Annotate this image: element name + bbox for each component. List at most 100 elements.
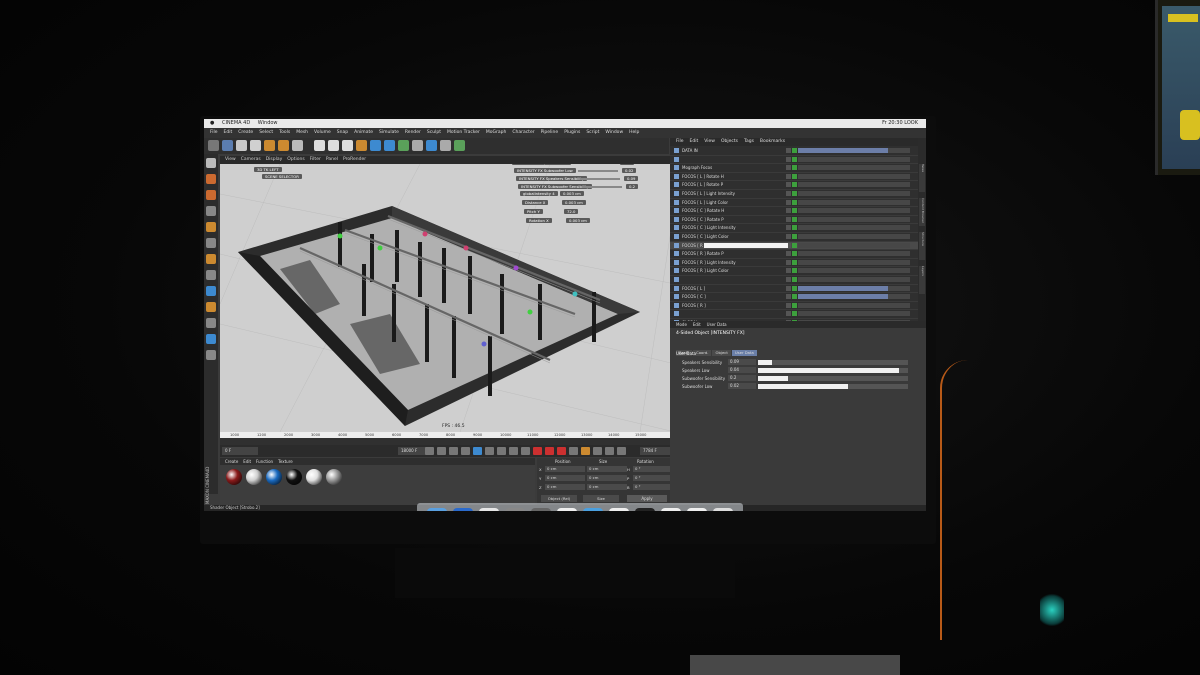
menu-window[interactable]: Window — [605, 130, 623, 135]
object-row[interactable]: FOCOS [ L ] Rotate H — [670, 173, 918, 182]
enabled-check-icon[interactable] — [792, 173, 797, 179]
enabled-check-icon[interactable] — [792, 276, 797, 282]
undo-icon[interactable] — [208, 140, 219, 151]
apple-icon[interactable]: ● — [210, 120, 214, 126]
object-name[interactable]: FOCOS [ C ] Rotate P — [682, 216, 724, 224]
object-name[interactable]: FOCOS [ R ] Light Intensity — [682, 259, 736, 267]
enabled-check-icon[interactable] — [792, 199, 797, 205]
enabled-check-icon[interactable] — [792, 285, 797, 291]
material-swatch[interactable] — [306, 469, 322, 485]
am-menu-user-data[interactable]: User Data — [707, 322, 727, 327]
visibility-dot[interactable] — [786, 285, 791, 291]
end-frame-field[interactable]: 18000 F — [398, 447, 426, 455]
om-menu-edit[interactable]: Edit — [690, 139, 699, 144]
material-menu-edit[interactable]: Edit — [243, 459, 251, 464]
data-tags[interactable] — [798, 285, 888, 291]
menu-render[interactable]: Render — [405, 130, 421, 135]
am-menu-mode[interactable]: Mode — [676, 322, 687, 327]
object-name[interactable]: FOCOS [ C ] Light Intensity — [682, 224, 736, 232]
object-row[interactable]: FOCOS [ R ] Rotate P — [670, 250, 918, 259]
document-icon[interactable] — [661, 508, 681, 511]
redo-icon[interactable] — [222, 140, 233, 151]
object-row[interactable]: FOCOS [ C ] Rotate P — [670, 216, 918, 225]
size-field[interactable]: 0 cm — [587, 484, 627, 490]
object-name[interactable]: FOCOS [ L ] — [682, 285, 705, 293]
menu-mesh[interactable]: Mesh — [296, 130, 308, 135]
transport-button-11[interactable] — [557, 447, 566, 455]
material-menu-texture[interactable]: Texture — [278, 459, 293, 464]
size-field[interactable]: 0 cm — [587, 475, 627, 481]
attribute-tab-object[interactable]: Object — [712, 350, 731, 356]
param-value-field[interactable]: 0.09 — [728, 359, 756, 365]
viewport-menu-cameras[interactable]: Cameras — [241, 157, 261, 162]
trash-icon[interactable] — [713, 508, 733, 511]
left-tool-12-icon[interactable] — [206, 350, 216, 360]
material-swatch[interactable] — [246, 469, 262, 485]
transport-button-1[interactable] — [437, 447, 446, 455]
finder-icon[interactable] — [427, 508, 447, 511]
visibility-dot[interactable] — [786, 311, 791, 317]
left-tool-10-icon[interactable] — [206, 318, 216, 328]
attribute-tab-user-data[interactable]: User Data — [731, 350, 757, 356]
object-name[interactable]: Mograph Focos — [682, 164, 712, 172]
object-name[interactable]: FOCOS [ L ] Light Intensity — [682, 190, 735, 198]
enabled-check-icon[interactable] — [792, 311, 797, 317]
menu-tools[interactable]: Tools — [279, 130, 290, 135]
material-swatch[interactable] — [286, 469, 302, 485]
enabled-check-icon[interactable] — [792, 148, 797, 153]
enabled-check-icon[interactable] — [792, 302, 797, 308]
enabled-check-icon[interactable] — [792, 208, 797, 214]
transport-button-2[interactable] — [449, 447, 458, 455]
object-row[interactable]: FOCOS [ L ] Light Color — [670, 199, 918, 208]
rotation-field[interactable]: 0 ° — [633, 475, 673, 481]
subdivision-icon[interactable] — [440, 140, 451, 151]
param-value-field[interactable]: 0.2 — [728, 375, 756, 381]
object-name[interactable]: FOCOS [ L ] Light Color — [682, 199, 728, 207]
left-tool-5-icon[interactable] — [206, 238, 216, 248]
visibility-dot[interactable] — [786, 190, 791, 196]
document-icon[interactable] — [609, 508, 629, 511]
transport-button-5[interactable] — [485, 447, 494, 455]
visibility-dot[interactable] — [786, 199, 791, 205]
rotation-field[interactable]: 0 ° — [633, 466, 673, 472]
menu-file[interactable]: File — [210, 130, 218, 135]
left-tool-8-icon[interactable] — [206, 286, 216, 296]
menu-character[interactable]: Character — [512, 130, 534, 135]
apply-button[interactable]: Apply — [627, 495, 667, 502]
scale-icon[interactable] — [264, 140, 275, 151]
left-tool-9-icon[interactable] — [206, 302, 216, 312]
object-row[interactable]: Mograph Focos — [670, 164, 918, 173]
object-name[interactable]: FOCOS [ C ] — [682, 293, 706, 301]
transport-button-16[interactable] — [617, 447, 626, 455]
material-menu-function[interactable]: Function — [256, 459, 273, 464]
visibility-dot[interactable] — [786, 148, 791, 153]
object-row[interactable]: FOCOS [ R ] — [670, 241, 918, 251]
object-name[interactable]: FOCOS [ R ] Rotate P — [682, 250, 724, 258]
param-value-field[interactable]: 0.02 — [728, 383, 756, 389]
left-tool-4-icon[interactable] — [206, 222, 216, 232]
viewport-menu-filter[interactable]: Filter — [310, 157, 321, 162]
menu-snap[interactable]: Snap — [337, 130, 348, 135]
coord-mode-select[interactable]: Object (Rel) — [541, 495, 577, 502]
enabled-check-icon[interactable] — [792, 182, 797, 188]
render-settings-icon[interactable] — [398, 140, 409, 151]
viewport-menu-options[interactable]: Options — [287, 157, 304, 162]
position-field[interactable]: 0 cm — [545, 466, 585, 472]
select-icon[interactable] — [236, 140, 247, 151]
world-icon[interactable] — [356, 140, 367, 151]
left-tool-0-icon[interactable] — [206, 158, 216, 168]
object-row[interactable]: FOCOS [ C ] Light Color — [670, 233, 918, 242]
enabled-check-icon[interactable] — [792, 190, 797, 196]
param-label-2[interactable]: Pitch Y — [524, 209, 543, 214]
left-tool-6-icon[interactable] — [206, 254, 216, 264]
parallels-icon[interactable] — [479, 508, 499, 511]
transport-button-8[interactable] — [521, 447, 530, 455]
cinema4d-icon[interactable] — [453, 508, 473, 511]
left-tool-2-icon[interactable] — [206, 190, 216, 200]
enabled-check-icon[interactable] — [792, 233, 797, 239]
object-row[interactable]: FOCOS [ C ] — [670, 293, 918, 302]
material-menu-create[interactable]: Create — [225, 459, 238, 464]
enabled-check-icon[interactable] — [792, 251, 797, 257]
visibility-dot[interactable] — [786, 276, 791, 282]
menu-pipeline[interactable]: Pipeline — [541, 130, 559, 135]
